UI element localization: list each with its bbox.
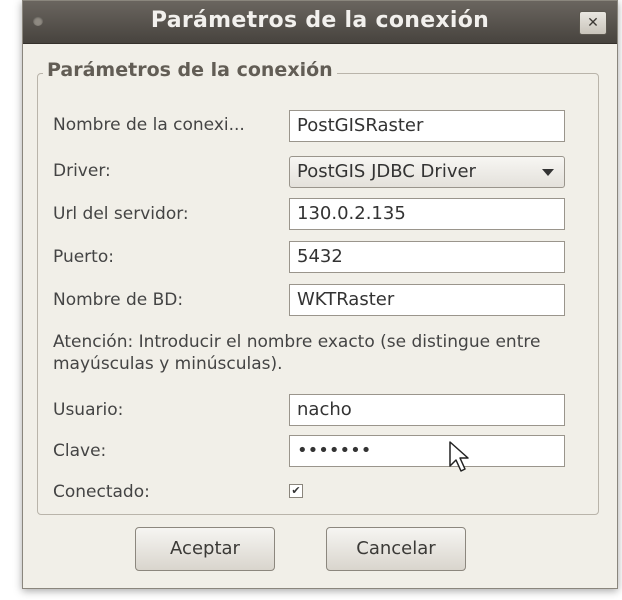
driver-label: Driver: [53,161,111,181]
close-icon: ✕ [587,15,599,31]
password-label: Clave: [53,441,107,461]
db-name-label: Nombre de BD: [53,290,184,310]
accept-button[interactable]: Aceptar [135,527,275,571]
chevron-down-icon [542,169,554,176]
server-url-input[interactable]: 130.0.2.135 [289,198,565,230]
connection-name-input[interactable]: PostGISRaster [289,110,565,142]
cancel-button[interactable]: Cancelar [326,527,466,571]
window-title: Parámetros de la conexión [150,8,490,33]
db-name-input[interactable]: WKTRaster [289,284,565,316]
connection-name-label: Nombre de la conexi... [53,115,245,135]
checkmark-icon: ✔ [291,484,301,497]
user-input[interactable]: nacho [289,394,565,426]
titlebar[interactable]: Parámetros de la conexión ✕ [23,1,617,44]
case-sensitivity-notice: Atención: Introducir el nombre exacto (s… [53,332,541,374]
user-label: Usuario: [53,400,124,420]
connected-checkbox[interactable]: ✔ [289,484,303,498]
close-button[interactable]: ✕ [579,11,607,35]
server-url-label: Url del servidor: [53,204,189,224]
connected-label: Conectado: [53,482,150,502]
port-input[interactable]: 5432 [289,241,565,273]
section-title: Parámetros de la conexión [43,59,337,81]
password-input[interactable]: ••••••• [289,435,565,467]
port-label: Puerto: [53,247,114,267]
mouse-pointer-icon [449,441,469,472]
driver-select[interactable]: PostGIS JDBC Driver [289,156,565,188]
connection-dialog: Parámetros de la conexión ✕ Parámetros d… [22,0,618,589]
driver-value: PostGIS JDBC Driver [297,161,476,182]
